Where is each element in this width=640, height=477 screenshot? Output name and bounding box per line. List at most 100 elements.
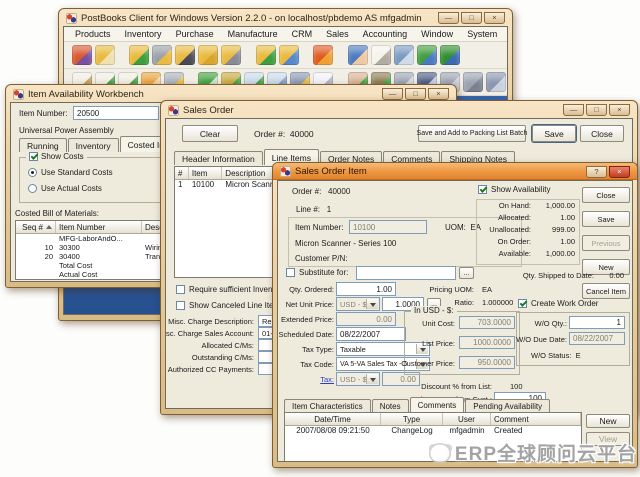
- item-binoculars-icon[interactable]: [175, 45, 195, 65]
- menu-item[interactable]: CRM: [285, 29, 320, 39]
- price-field-label: Unit Cost:: [422, 319, 455, 328]
- main-window-title: PostBooks Client for Windows Version 2.2…: [81, 13, 434, 24]
- maximize-button[interactable]: □: [405, 88, 426, 100]
- item-recycle-icon[interactable]: [256, 45, 276, 65]
- maximize-button[interactable]: □: [586, 104, 607, 116]
- price-field-input[interactable]: 1000.0000: [459, 336, 515, 349]
- order-item-titlebar[interactable]: Sales Order Item ? ×: [273, 163, 637, 180]
- item-number-field[interactable]: 20500: [73, 106, 159, 120]
- col-comment[interactable]: Comment: [491, 413, 581, 425]
- maximize-button[interactable]: □: [461, 12, 482, 24]
- crm-user-icon[interactable]: [348, 45, 368, 65]
- menu-item[interactable]: Accounting: [356, 29, 415, 39]
- menu-item[interactable]: Sales: [319, 29, 356, 39]
- menu-item[interactable]: Window: [414, 29, 460, 39]
- price-field-input[interactable]: 703.0000: [459, 316, 515, 329]
- main-titlebar[interactable]: PostBooks Client for Windows Version 2.2…: [63, 9, 508, 26]
- col-type[interactable]: Type: [381, 413, 443, 425]
- menu-item[interactable]: Community: [504, 29, 508, 39]
- item-clipboard-icon[interactable]: [95, 45, 115, 65]
- require-inventory-checkbox[interactable]: [176, 285, 185, 294]
- order-item-tab[interactable]: Pending Availability: [465, 399, 550, 413]
- card-file-icon[interactable]: [486, 72, 506, 92]
- close-button[interactable]: ×: [609, 166, 630, 178]
- comment-row[interactable]: 2007/08/08 09:21:50 ChangeLog mfgadmin C…: [285, 426, 581, 436]
- wo-due-date-field[interactable]: 08/22/2007: [569, 332, 625, 345]
- substitute-label: Substitute for:: [299, 268, 348, 277]
- order-item-window: Sales Order Item ? × Order #: 40000 Line…: [272, 162, 638, 468]
- contacts-icon[interactable]: [440, 45, 460, 65]
- col-num[interactable]: #: [175, 167, 189, 179]
- minimize-button[interactable]: —: [563, 104, 584, 116]
- use-actual-costs-radio[interactable]: [28, 184, 37, 193]
- workbench-tab[interactable]: Inventory: [68, 138, 119, 152]
- tax-currency-select[interactable]: USD - $: [336, 372, 380, 386]
- close-button[interactable]: ×: [428, 88, 449, 100]
- substitute-field[interactable]: [356, 266, 456, 280]
- net-price-currency-select[interactable]: USD - $: [336, 297, 380, 311]
- wo-qty-field[interactable]: 1: [569, 316, 625, 329]
- task-list-icon[interactable]: [371, 45, 391, 65]
- show-costs-checkbox[interactable]: [29, 152, 38, 161]
- side-button[interactable]: Cancel Item: [582, 283, 630, 299]
- show-canceled-checkbox[interactable]: [176, 301, 185, 310]
- sales-order-titlebar[interactable]: Sales Order — □ ×: [165, 101, 633, 118]
- save-add-packing-list-button[interactable]: Save and Add to Packing List Batch: [418, 125, 526, 142]
- app-icon: [66, 13, 77, 24]
- tax-type-label: Tax Type:: [302, 345, 334, 354]
- order-item-tab[interactable]: Notes: [372, 399, 409, 413]
- sales-order-tab[interactable]: Header Information: [174, 151, 263, 165]
- side-button[interactable]: Close: [582, 187, 630, 203]
- hot-items-icon[interactable]: [313, 45, 333, 65]
- order-item-tab[interactable]: Item Characteristics: [284, 399, 371, 413]
- col-user[interactable]: User: [443, 413, 491, 425]
- team-icon[interactable]: [417, 45, 437, 65]
- scales-icon[interactable]: [463, 72, 483, 92]
- minimize-button[interactable]: —: [382, 88, 403, 100]
- help-button[interactable]: ?: [586, 166, 607, 178]
- item-stack-icon[interactable]: [198, 45, 218, 65]
- ship-truck-icon[interactable]: [152, 45, 172, 65]
- customer-pn-label: Customer P/N:: [295, 254, 347, 263]
- item-number-field[interactable]: 10100: [349, 220, 427, 234]
- col-item[interactable]: Item: [189, 167, 222, 179]
- order-item-tab[interactable]: Comments: [410, 397, 465, 413]
- close-button[interactable]: ×: [609, 104, 630, 116]
- extended-price-field[interactable]: 0.00: [336, 312, 396, 326]
- price-field-input[interactable]: 950.0000: [459, 356, 515, 369]
- close-button[interactable]: Close: [580, 125, 624, 142]
- line-number-label: Line #:: [296, 205, 320, 214]
- order-item-tabs: Item CharacteristicsNotesCommentsPending…: [284, 397, 551, 413]
- item-description: Universal Power Assembly: [19, 126, 114, 135]
- scheduled-date-field[interactable]: 08/22/2007: [336, 327, 406, 341]
- create-work-order-checkbox[interactable]: [518, 299, 527, 308]
- substitute-browse-button[interactable]: ...: [459, 267, 474, 279]
- col-datetime[interactable]: Date/Time: [285, 413, 381, 425]
- main-window-controls: — □ ×: [438, 12, 505, 24]
- item-search-icon[interactable]: [221, 45, 241, 65]
- project-grid-icon[interactable]: [394, 45, 414, 65]
- close-button[interactable]: ×: [484, 12, 505, 24]
- side-button[interactable]: Previous: [582, 235, 630, 251]
- workbench-tab[interactable]: Running: [19, 138, 67, 152]
- menu-item[interactable]: System: [460, 29, 504, 39]
- show-availability-checkbox[interactable]: [478, 185, 487, 194]
- menu-item[interactable]: Inventory: [118, 29, 169, 39]
- menu-item[interactable]: Products: [68, 29, 118, 39]
- products-icon[interactable]: [72, 45, 92, 65]
- menu-item[interactable]: Purchase: [169, 29, 221, 39]
- minimize-button[interactable]: —: [438, 12, 459, 24]
- item-approve-icon[interactable]: [129, 45, 149, 65]
- use-standard-costs-radio[interactable]: [28, 168, 37, 177]
- side-button[interactable]: Save: [582, 211, 630, 227]
- item-transfer-icon[interactable]: [279, 45, 299, 65]
- substitute-checkbox[interactable]: [286, 268, 295, 277]
- qty-shipped-value: 0.00: [609, 271, 624, 280]
- tax-link[interactable]: Tax:: [320, 375, 334, 384]
- menu-item[interactable]: Manufacture: [221, 29, 285, 39]
- save-button[interactable]: Save: [532, 125, 576, 142]
- new-comment-button[interactable]: New: [586, 414, 630, 428]
- qty-ordered-field[interactable]: 1.00: [336, 282, 396, 296]
- bom-col-item[interactable]: Item Number: [56, 221, 142, 233]
- clear-button[interactable]: Clear: [182, 125, 238, 142]
